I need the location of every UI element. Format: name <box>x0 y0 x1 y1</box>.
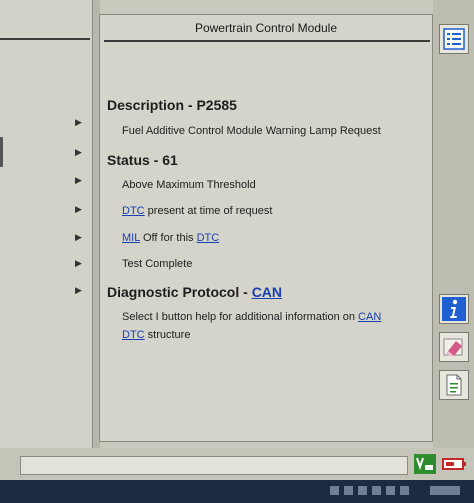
tray-icon[interactable] <box>330 486 339 495</box>
description-heading: Description - P2585 <box>107 97 237 113</box>
status-heading: Status - 61 <box>107 152 178 168</box>
list-button[interactable] <box>439 24 469 54</box>
title-divider <box>104 40 430 42</box>
status-bar <box>0 448 474 480</box>
status-line: MIL Off for this DTC <box>122 232 219 244</box>
mil-link[interactable]: MIL <box>122 232 140 244</box>
list-icon <box>443 28 465 50</box>
nav-pane: ▶ ▶ ▶ ▶ ▶ ▶ ▶ <box>0 0 92 448</box>
status-line-text: Off for this <box>139 232 197 244</box>
protocol-heading: Diagnostic Protocol - CAN <box>107 284 282 300</box>
tray-icon[interactable] <box>386 486 395 495</box>
can-link[interactable]: CAN <box>252 284 282 300</box>
help-line: Select I button help for additional info… <box>122 311 381 323</box>
status-message-field <box>20 456 408 475</box>
tray-icon[interactable] <box>400 486 409 495</box>
report-button[interactable] <box>439 370 469 400</box>
expand-arrow-icon[interactable]: ▶ <box>75 205 82 214</box>
info-button[interactable] <box>439 294 469 324</box>
right-toolbar <box>433 0 474 448</box>
tray-icon[interactable] <box>358 486 367 495</box>
help-text: structure <box>144 329 191 341</box>
eraser-icon <box>443 338 463 357</box>
dtc-link[interactable]: DTC <box>197 232 220 244</box>
dtc-link[interactable]: DTC <box>122 329 145 341</box>
vehicle-comm-icon <box>414 454 436 474</box>
info-icon <box>442 297 466 321</box>
tray-icon[interactable] <box>344 486 353 495</box>
battery-icon <box>442 454 468 474</box>
expand-arrow-icon[interactable]: ▶ <box>75 148 82 157</box>
nav-divider <box>0 38 90 40</box>
can-link[interactable]: CAN <box>358 311 381 323</box>
description-text: Fuel Additive Control Module Warning Lam… <box>122 125 381 137</box>
dtc-detail-pane: Powertrain Control Module Description - … <box>99 14 433 442</box>
status-line: Above Maximum Threshold <box>122 179 256 191</box>
status-line: DTC present at time of request <box>122 205 272 217</box>
erase-button[interactable] <box>439 332 469 362</box>
os-taskbar <box>0 480 474 503</box>
protocol-label: Diagnostic Protocol - <box>107 284 252 300</box>
status-line: Test Complete <box>122 258 193 270</box>
expand-arrow-icon[interactable]: ▶ <box>75 259 82 268</box>
document-icon <box>446 374 462 396</box>
nav-selection-marker <box>0 137 3 167</box>
expand-arrow-icon[interactable]: ▶ <box>75 286 82 295</box>
tray-icon[interactable] <box>372 486 381 495</box>
help-text: Select I button help for additional info… <box>122 311 359 323</box>
dtc-link[interactable]: DTC <box>122 205 145 217</box>
expand-arrow-icon[interactable]: ▶ <box>75 176 82 185</box>
status-line-text: present at time of request <box>144 205 273 217</box>
expand-arrow-icon[interactable]: ▶ <box>75 233 82 242</box>
pane-title: Powertrain Control Module <box>194 21 338 35</box>
expand-arrow-icon[interactable]: ▶ <box>75 118 82 127</box>
help-line: DTC structure <box>122 329 190 341</box>
clock-area[interactable] <box>430 486 460 495</box>
